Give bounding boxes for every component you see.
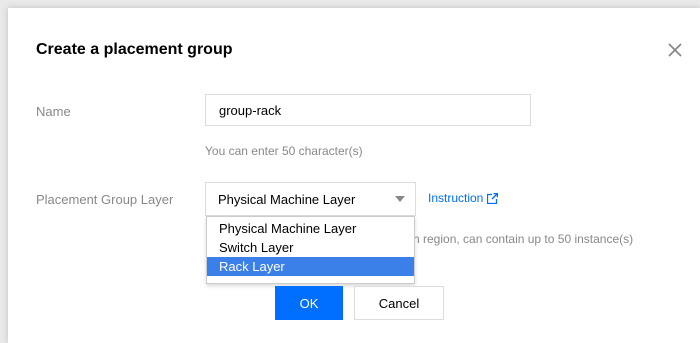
name-input[interactable] <box>205 94 531 126</box>
dropdown-option-physical-machine-layer[interactable]: Physical Machine Layer <box>207 219 414 238</box>
external-link-icon <box>487 192 499 204</box>
instruction-link[interactable]: Instruction <box>428 191 499 205</box>
dialog-title: Create a placement group <box>36 41 233 58</box>
cancel-button[interactable]: Cancel <box>354 286 444 320</box>
caret-down-icon <box>395 196 405 202</box>
placement-layer-dropdown: Physical Machine Layer Switch Layer Rack… <box>206 216 415 284</box>
ok-button[interactable]: OK <box>275 286 343 320</box>
dropdown-option-switch-layer[interactable]: Switch Layer <box>207 238 414 257</box>
placement-layer-selected-value: Physical Machine Layer <box>218 192 356 207</box>
name-hint: You can enter 50 character(s) <box>205 144 363 158</box>
name-label: Name <box>36 104 71 119</box>
placement-layer-select[interactable]: Physical Machine Layer <box>205 182 416 216</box>
dropdown-option-rack-layer[interactable]: Rack Layer <box>207 257 414 276</box>
instruction-link-label: Instruction <box>428 191 484 205</box>
create-placement-group-dialog: Create a placement group Name You can en… <box>8 8 700 343</box>
close-icon[interactable] <box>665 40 685 60</box>
placement-layer-label: Placement Group Layer <box>36 192 174 207</box>
